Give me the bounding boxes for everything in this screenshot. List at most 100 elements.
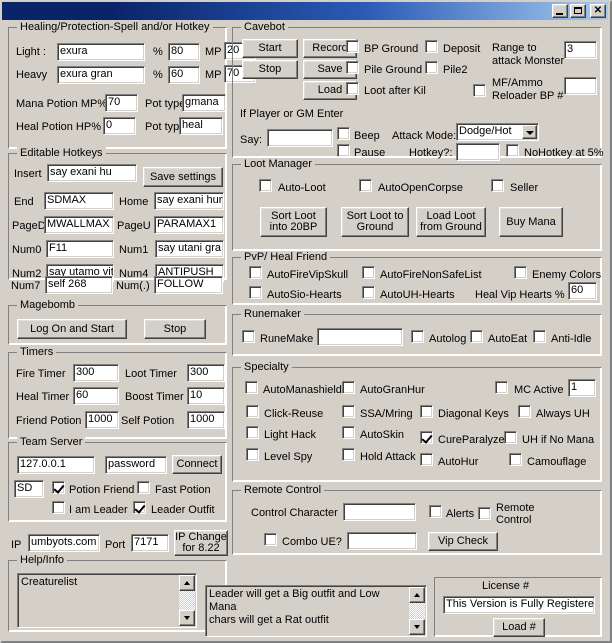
- heal-potion-input[interactable]: 0: [103, 117, 136, 135]
- creature-list-scrollbar[interactable]: [179, 575, 195, 626]
- automanashield-checkbox[interactable]: [245, 381, 258, 394]
- autofire-vip-skull-checkbox[interactable]: [249, 266, 262, 279]
- combo-ue-input[interactable]: [347, 532, 417, 550]
- sort-loot-ground-button[interactable]: Sort Loot to Ground: [341, 207, 409, 237]
- sort-loot-20bp-button[interactable]: Sort Loot into 20BP: [260, 207, 327, 237]
- mc-active-input[interactable]: 1: [568, 379, 596, 397]
- autolog-checkbox[interactable]: [411, 330, 424, 343]
- mf-ammo-input[interactable]: [564, 77, 597, 95]
- vip-check-button[interactable]: Vip Check: [428, 532, 498, 551]
- leader-outfit-checkbox[interactable]: [133, 501, 146, 514]
- antiidle-checkbox[interactable]: [533, 330, 546, 343]
- uh-if-no-mana-checkbox[interactable]: [504, 431, 517, 444]
- level-spy-checkbox[interactable]: [246, 448, 259, 461]
- hotkey-input-end[interactable]: SDMAX: [44, 192, 114, 210]
- click-reuse-checkbox[interactable]: [246, 405, 259, 418]
- mc-active-checkbox[interactable]: [495, 381, 508, 394]
- team-server-password-input[interactable]: password: [105, 456, 167, 474]
- autosio-hearts-checkbox[interactable]: [249, 286, 262, 299]
- heavy-spell-input[interactable]: exura gran: [57, 66, 145, 84]
- maximize-button[interactable]: [570, 4, 586, 18]
- mana-potion-input[interactable]: 70: [105, 94, 138, 112]
- hotkey-input-home[interactable]: say exani hur: [154, 192, 224, 210]
- mf-ammo-checkbox[interactable]: [473, 84, 486, 97]
- team-server-connect-button[interactable]: Connect: [172, 455, 222, 474]
- friend-potion-input[interactable]: 1000: [85, 411, 119, 429]
- nohotkey-checkbox[interactable]: [506, 144, 519, 157]
- pile-ground-checkbox[interactable]: [346, 61, 359, 74]
- mana-pot-type-input[interactable]: gmana: [182, 94, 226, 112]
- leader-info-textarea[interactable]: Leader will get a Big outfit and Low Man…: [205, 585, 427, 637]
- boost-timer-input[interactable]: 10: [187, 387, 225, 405]
- auto-open-corpse-checkbox[interactable]: [359, 179, 372, 192]
- load-loot-ground-button[interactable]: Load Loot from Ground: [416, 207, 486, 237]
- scroll-down-icon[interactable]: [179, 610, 195, 626]
- buy-mana-button[interactable]: Buy Mana: [499, 207, 563, 237]
- enemy-colors-checkbox[interactable]: [514, 266, 527, 279]
- light-percent-input[interactable]: 80: [168, 43, 200, 61]
- creature-list-textarea[interactable]: Creaturelist: [17, 573, 197, 628]
- hotkey-input-num1[interactable]: say utani gra: [155, 240, 224, 258]
- self-potion-input[interactable]: 1000: [187, 411, 225, 429]
- leader-scroll-down-icon[interactable]: [409, 619, 425, 635]
- leader-info-scrollbar[interactable]: [409, 587, 425, 635]
- ssa-mring-checkbox[interactable]: [342, 405, 355, 418]
- i-am-leader-checkbox[interactable]: [52, 501, 65, 514]
- hotkey-input-numdot[interactable]: FOLLOW: [154, 276, 223, 294]
- cavebot-start-button[interactable]: Start: [242, 39, 298, 58]
- combo-ue-checkbox[interactable]: [264, 533, 277, 546]
- save-settings-button[interactable]: Save settings: [143, 167, 223, 187]
- hold-attack-checkbox[interactable]: [342, 448, 355, 461]
- potion-friend-checkbox[interactable]: [52, 481, 65, 494]
- hotkey-input-num7[interactable]: self 268: [45, 276, 113, 294]
- light-spell-input[interactable]: exura: [57, 43, 145, 61]
- autogranhur-checkbox[interactable]: [342, 381, 355, 394]
- autoskin-checkbox[interactable]: [342, 426, 355, 439]
- ip-change-button[interactable]: IP Change for 8.22: [174, 530, 228, 556]
- team-server-ip-input[interactable]: 127.0.0.1: [17, 456, 95, 474]
- pause-checkbox[interactable]: [337, 144, 350, 157]
- control-character-input[interactable]: [343, 503, 416, 521]
- sd-input[interactable]: SD: [14, 480, 44, 498]
- attack-mode-select[interactable]: Dodge/Hot: [456, 123, 539, 141]
- always-uh-checkbox[interactable]: [518, 405, 531, 418]
- runemake-checkbox[interactable]: [242, 330, 255, 343]
- seller-checkbox[interactable]: [491, 179, 504, 192]
- hotkey-input-num0[interactable]: F11: [46, 240, 114, 258]
- fast-potion-checkbox[interactable]: [137, 481, 150, 494]
- magebomb-start-button[interactable]: Log On and Start: [17, 319, 127, 339]
- runemake-input[interactable]: [317, 328, 403, 346]
- camouflage-checkbox[interactable]: [509, 453, 522, 466]
- hotkey-input-paged[interactable]: MWALLMAX: [44, 216, 114, 234]
- autohur-checkbox[interactable]: [420, 453, 433, 466]
- heal-timer-input[interactable]: 60: [73, 387, 119, 405]
- beep-checkbox[interactable]: [337, 127, 350, 140]
- cavebot-stop-button[interactable]: Stop: [242, 60, 298, 79]
- autoeat-checkbox[interactable]: [470, 330, 483, 343]
- auto-loot-checkbox[interactable]: [259, 179, 272, 192]
- port-input[interactable]: 7171: [131, 534, 169, 552]
- heal-pot-type-input[interactable]: heal: [179, 117, 223, 135]
- cureparalyze-checkbox[interactable]: [420, 431, 433, 444]
- bp-ground-checkbox[interactable]: [346, 40, 359, 53]
- range-to-attack-input[interactable]: 3: [564, 41, 597, 59]
- heal-vip-hearts-input[interactable]: 60: [568, 282, 597, 300]
- remote-control-checkbox[interactable]: [478, 507, 491, 520]
- diagonal-keys-checkbox[interactable]: [420, 405, 433, 418]
- ip-input[interactable]: umbyots.com: [28, 534, 100, 552]
- loot-timer-input[interactable]: 300: [187, 364, 225, 382]
- autouh-hearts-checkbox[interactable]: [362, 286, 375, 299]
- fire-timer-input[interactable]: 300: [73, 364, 119, 382]
- hotkey-input-pageu[interactable]: PARAMAX1: [154, 216, 224, 234]
- magebomb-stop-button[interactable]: Stop: [144, 319, 206, 339]
- pile2-checkbox[interactable]: [425, 61, 438, 74]
- autofire-nonsafe-checkbox[interactable]: [362, 266, 375, 279]
- scroll-up-icon[interactable]: [179, 575, 195, 591]
- license-load-button[interactable]: Load #: [493, 618, 545, 637]
- light-hack-checkbox[interactable]: [246, 426, 259, 439]
- heavy-percent-input[interactable]: 60: [168, 66, 200, 84]
- chevron-down-icon[interactable]: [522, 125, 537, 139]
- hotkey-question-input[interactable]: [456, 143, 500, 161]
- minimize-button[interactable]: [552, 4, 568, 18]
- license-status-field[interactable]: This Version is Fully Registered!: [443, 596, 595, 614]
